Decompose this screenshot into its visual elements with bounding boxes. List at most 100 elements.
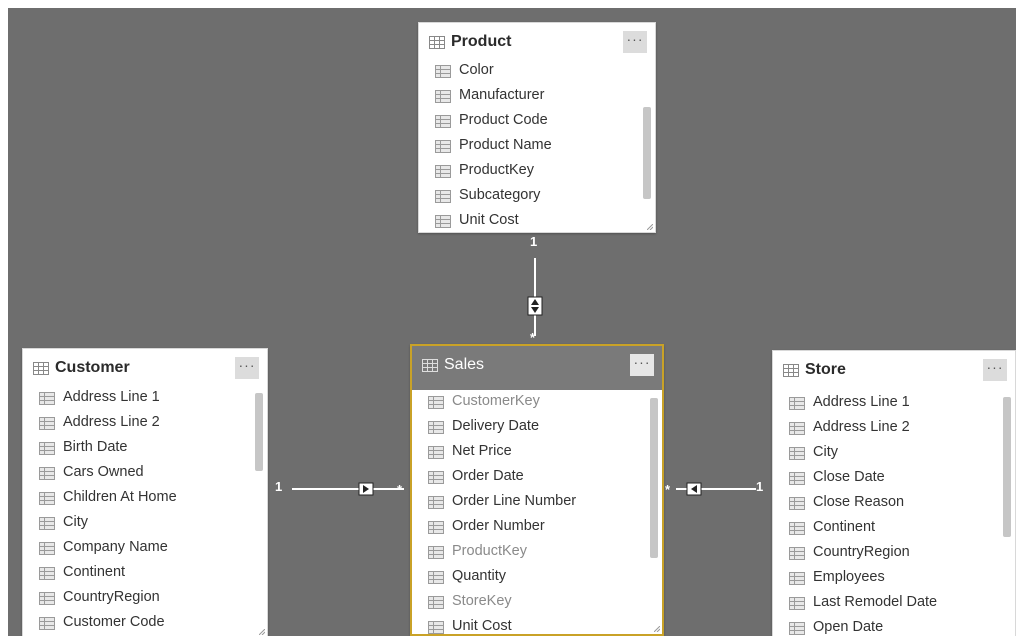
column-icon — [789, 447, 805, 460]
model-diagram-canvas[interactable]: 1 * 1 * * 1 Product ··· Color Manufactur… — [8, 8, 1016, 636]
field-row[interactable]: ProductKey — [419, 159, 639, 184]
more-options-button[interactable]: ··· — [235, 357, 259, 379]
field-row[interactable]: CustomerKey — [412, 390, 646, 415]
column-icon — [39, 592, 55, 605]
field-row[interactable]: Children At Home — [23, 486, 251, 511]
field-row[interactable]: Address Line 1 — [773, 391, 999, 416]
scrollbar[interactable] — [255, 393, 263, 471]
relationship-one-label: 1 — [275, 479, 283, 494]
field-row[interactable]: Quantity — [412, 565, 646, 590]
table-header[interactable]: Customer ··· — [23, 349, 267, 391]
field-label: Continent — [813, 519, 876, 535]
field-row[interactable]: Order Date — [412, 465, 646, 490]
field-row[interactable]: Product Name — [419, 134, 639, 159]
field-label: Address Line 1 — [813, 394, 910, 410]
field-row[interactable]: StoreKey — [412, 590, 646, 615]
column-icon — [39, 392, 55, 405]
field-list: CustomerKey Delivery Date Net Price Orde… — [412, 390, 646, 634]
field-label: CountryRegion — [63, 589, 160, 605]
field-row[interactable]: Manufacturer — [419, 84, 639, 109]
table-card-product[interactable]: Product ··· Color Manufacturer Product C… — [418, 22, 656, 233]
field-row[interactable]: Last Remodel Date — [773, 591, 999, 616]
field-label: Product Name — [459, 137, 552, 153]
field-row[interactable]: Order Line Number — [412, 490, 646, 515]
column-icon — [39, 467, 55, 480]
table-icon — [429, 36, 445, 49]
table-header[interactable]: Store ··· — [773, 351, 1015, 393]
field-label: StoreKey — [452, 593, 512, 609]
field-row[interactable]: Employees — [773, 566, 999, 591]
table-card-store[interactable]: Store ··· Address Line 1 Address Line 2 … — [772, 350, 1016, 636]
field-label: Product Code — [459, 112, 548, 128]
field-label: Unit Cost — [459, 212, 519, 228]
field-row[interactable]: Close Date — [773, 466, 999, 491]
field-row[interactable]: Cars Owned — [23, 461, 251, 486]
field-row[interactable]: ProductKey — [412, 540, 646, 565]
field-row[interactable]: City — [773, 441, 999, 466]
column-icon — [435, 115, 451, 128]
field-row[interactable]: Order Number — [412, 515, 646, 540]
field-row[interactable]: Address Line 2 — [773, 416, 999, 441]
field-row[interactable]: Company Name — [23, 536, 251, 561]
field-row[interactable]: Unit Cost — [419, 209, 639, 232]
field-row[interactable]: Product Code — [419, 109, 639, 134]
table-title: Store — [805, 361, 846, 378]
resize-grip-icon[interactable] — [259, 629, 265, 635]
field-label: Manufacturer — [459, 87, 545, 103]
field-row[interactable]: Birth Date — [23, 436, 251, 461]
column-icon — [39, 567, 55, 580]
field-row[interactable]: Delivery Date — [412, 415, 646, 440]
field-row[interactable]: CountryRegion — [773, 541, 999, 566]
resize-grip-icon[interactable] — [647, 224, 653, 230]
field-row[interactable]: Address Line 2 — [23, 411, 251, 436]
table-title: Customer — [55, 359, 130, 376]
field-label: Order Line Number — [452, 493, 577, 509]
filter-direction-right-icon — [358, 482, 374, 496]
field-row[interactable]: CountryRegion — [23, 586, 251, 611]
field-row[interactable]: Continent — [23, 561, 251, 586]
column-icon — [428, 396, 444, 409]
column-icon — [428, 621, 444, 634]
more-options-button[interactable]: ··· — [623, 31, 647, 53]
table-card-customer[interactable]: Customer ··· Address Line 1 Address Line… — [22, 348, 268, 636]
scrollbar[interactable] — [1003, 397, 1011, 537]
relationship-many-label: * — [665, 482, 671, 497]
field-label: Color — [459, 62, 494, 78]
field-row[interactable]: Color — [419, 59, 639, 84]
table-header[interactable]: Sales ··· — [412, 346, 662, 390]
column-icon — [435, 165, 451, 178]
scrollbar[interactable] — [643, 107, 651, 199]
column-icon — [789, 422, 805, 435]
field-row[interactable]: Address Line 1 — [23, 386, 251, 411]
resize-grip-icon[interactable] — [654, 626, 660, 632]
field-row[interactable]: Unit Cost — [412, 615, 646, 634]
column-icon — [435, 215, 451, 228]
column-icon — [39, 417, 55, 430]
field-label: City — [813, 444, 838, 460]
field-label: Order Date — [452, 468, 524, 484]
field-label: Last Remodel Date — [813, 594, 938, 610]
scrollbar[interactable] — [650, 398, 658, 558]
field-list: Address Line 1 Address Line 2 Birth Date… — [23, 386, 251, 636]
table-card-sales[interactable]: Sales ··· CustomerKey Delivery Date Net … — [410, 344, 664, 636]
column-icon — [435, 90, 451, 103]
more-options-button[interactable]: ··· — [983, 359, 1007, 381]
field-row[interactable]: Close Reason — [773, 491, 999, 516]
field-label: Quantity — [452, 568, 506, 584]
field-row[interactable]: Subcategory — [419, 184, 639, 209]
more-options-button[interactable]: ··· — [630, 354, 654, 376]
column-icon — [428, 571, 444, 584]
column-icon — [39, 442, 55, 455]
column-icon — [428, 521, 444, 534]
field-row[interactable]: Continent — [773, 516, 999, 541]
column-icon — [428, 421, 444, 434]
field-row[interactable]: Open Date — [773, 616, 999, 636]
field-row[interactable]: Customer Code — [23, 611, 251, 636]
field-list: Color Manufacturer Product Code Product … — [419, 59, 639, 232]
field-label: Children At Home — [63, 489, 177, 505]
column-icon — [39, 492, 55, 505]
field-row[interactable]: City — [23, 511, 251, 536]
column-icon — [789, 397, 805, 410]
field-label: Address Line 1 — [63, 389, 160, 405]
field-row[interactable]: Net Price — [412, 440, 646, 465]
